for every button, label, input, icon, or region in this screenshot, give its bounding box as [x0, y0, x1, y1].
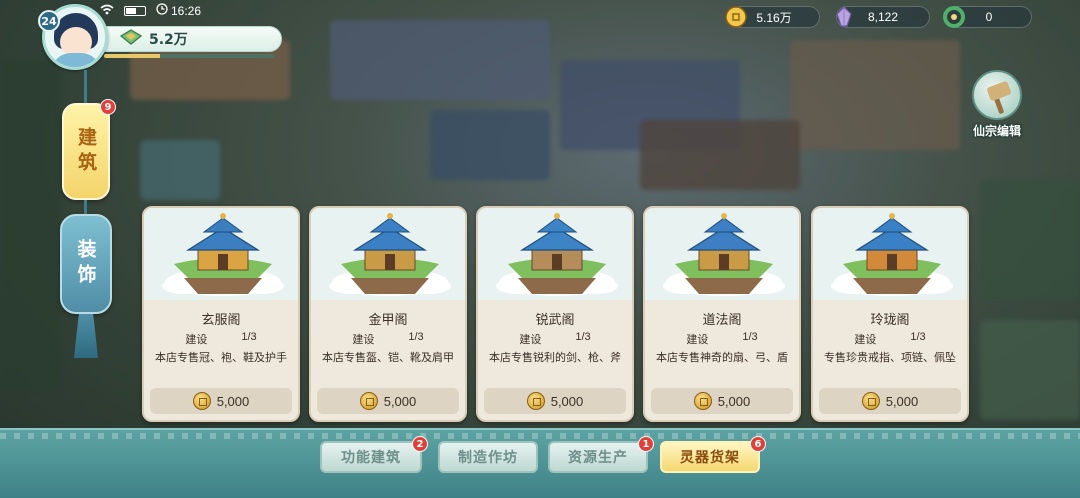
shop-building-illustration — [813, 208, 967, 300]
tab-cord-lower — [84, 200, 87, 215]
combat-power-value: 5.2万 — [149, 32, 188, 48]
shop-description: 本店专售冠、袍、鞋及护手 — [155, 351, 287, 364]
shop-card[interactable]: 道法阁 建设 1/3 本店专售神奇的扇、弓、盾 5,000 — [643, 206, 801, 422]
shop-build-button[interactable]: 5,000 — [317, 388, 459, 414]
hammer-icon — [972, 70, 1022, 120]
tab-build[interactable]: 建筑 — [62, 103, 110, 200]
shop-description: 本店专售锐利的剑、枪、斧 — [489, 351, 621, 364]
tab-build-badge: 9 — [100, 99, 116, 115]
shop-build-button[interactable]: 5,000 — [651, 388, 793, 414]
shop-building-illustration — [144, 208, 298, 300]
crystal-amount: 8,122 — [867, 10, 899, 24]
experience-bar — [104, 54, 274, 58]
sect-edit-label: 仙宗编辑 — [972, 124, 1021, 138]
bottom-tab[interactable]: 制造作坊 — [438, 441, 538, 473]
bottom-tab-label: 功能建筑 — [341, 450, 401, 466]
gold-currency[interactable]: 5.16万 — [725, 6, 820, 28]
build-label: 建设 — [352, 334, 375, 346]
jade-currency[interactable]: 0 — [943, 6, 1032, 28]
bottom-tab-badge: 6 — [750, 436, 766, 452]
shop-name: 道法阁 — [702, 313, 742, 328]
bottom-tab[interactable]: 资源生产 — [548, 441, 648, 473]
gold-coin-icon — [526, 392, 545, 410]
build-label: 建设 — [854, 334, 877, 346]
shop-price: 5,000 — [216, 393, 250, 409]
bottom-tab-label: 资源生产 — [568, 450, 628, 466]
shop-building-illustration — [478, 208, 632, 300]
crystal-currency[interactable]: 8,122 — [836, 6, 930, 28]
shop-build-button[interactable]: 5,000 — [819, 388, 961, 414]
system-status-bar: 16:26 — [100, 3, 201, 18]
jade-ingot-icon — [119, 28, 143, 50]
shop-description: 专售珍贵戒指、项链、佩坠 — [824, 351, 956, 364]
shop-card[interactable]: 锐武阁 建设 1/3 本店专售锐利的剑、枪、斧 5,000 — [476, 206, 634, 422]
shop-name: 锐武阁 — [535, 313, 575, 328]
shop-price: 5,000 — [383, 393, 417, 409]
shop-build-progress: 建设 1/3 — [645, 331, 799, 347]
shop-build-progress: 建设 1/3 — [311, 331, 465, 347]
shop-card[interactable]: 玄服阁 建设 1/3 本店专售冠、袍、鞋及护手 5,000 — [142, 206, 300, 422]
battery-icon — [124, 5, 146, 16]
shop-name: 金甲阁 — [368, 313, 408, 328]
tab-decorate[interactable]: 装饰 — [60, 214, 112, 314]
wifi-icon — [100, 4, 114, 18]
tab-build-label: 建筑 — [75, 126, 97, 177]
shop-building-illustration — [645, 208, 799, 300]
shop-price: 5,000 — [885, 393, 919, 409]
jade-amount: 0 — [985, 10, 993, 24]
bottom-category-bar — [0, 428, 1080, 498]
shop-name: 玲珑阁 — [870, 313, 910, 328]
shop-building-illustration — [311, 208, 465, 300]
shop-card[interactable]: 玲珑阁 建设 1/3 专售珍贵戒指、项链、佩坠 5,000 — [811, 206, 969, 422]
bottom-tab[interactable]: 功能建筑 — [320, 441, 422, 473]
build-count: 1/3 — [408, 331, 424, 343]
build-label: 建设 — [686, 334, 709, 346]
build-count: 1/3 — [742, 331, 758, 343]
shop-build-progress: 建设 1/3 — [144, 331, 298, 347]
bottom-tab-label: 灵器货架 — [680, 450, 740, 466]
shop-build-progress: 建设 1/3 — [813, 331, 967, 347]
player-level-badge: 24 — [38, 10, 60, 32]
clock-icon — [156, 3, 168, 18]
build-count: 1/3 — [241, 331, 257, 343]
shop-name: 玄服阁 — [201, 313, 241, 328]
shop-description: 本店专售盔、铠、靴及肩甲 — [322, 351, 454, 364]
gold-coin-icon — [192, 392, 211, 410]
build-count: 1/3 — [910, 331, 926, 343]
bottom-tab-badge: 1 — [638, 436, 654, 452]
tab-cord — [84, 70, 87, 104]
combat-power-bar[interactable]: 5.2万 — [104, 26, 282, 52]
gold-coin-icon — [861, 392, 880, 410]
build-label: 建设 — [519, 334, 542, 346]
shop-description: 本店专售神奇的扇、弓、盾 — [656, 351, 788, 364]
shop-price: 5,000 — [717, 393, 751, 409]
shop-price: 5,000 — [550, 393, 584, 409]
build-label: 建设 — [185, 334, 208, 346]
gold-coin-icon — [359, 392, 378, 410]
shop-build-button[interactable]: 5,000 — [150, 388, 292, 414]
gold-coin-icon — [693, 392, 712, 410]
bottom-tab-label: 制造作坊 — [458, 450, 518, 466]
bottom-tab-badge: 2 — [412, 436, 428, 452]
shop-build-button[interactable]: 5,000 — [484, 388, 626, 414]
clock-time: 16:26 — [171, 3, 202, 18]
tab-decorate-label: 装饰 — [74, 239, 97, 289]
shop-build-progress: 建设 1/3 — [478, 331, 632, 347]
build-count: 1/3 — [575, 331, 591, 343]
bottom-tab[interactable]: 灵器货架 — [660, 441, 760, 473]
gold-amount: 5.16万 — [756, 10, 792, 25]
shop-card[interactable]: 金甲阁 建设 1/3 本店专售盔、铠、靴及肩甲 5,000 — [309, 206, 467, 422]
sect-edit-button[interactable]: 仙宗编辑 — [964, 70, 1030, 139]
